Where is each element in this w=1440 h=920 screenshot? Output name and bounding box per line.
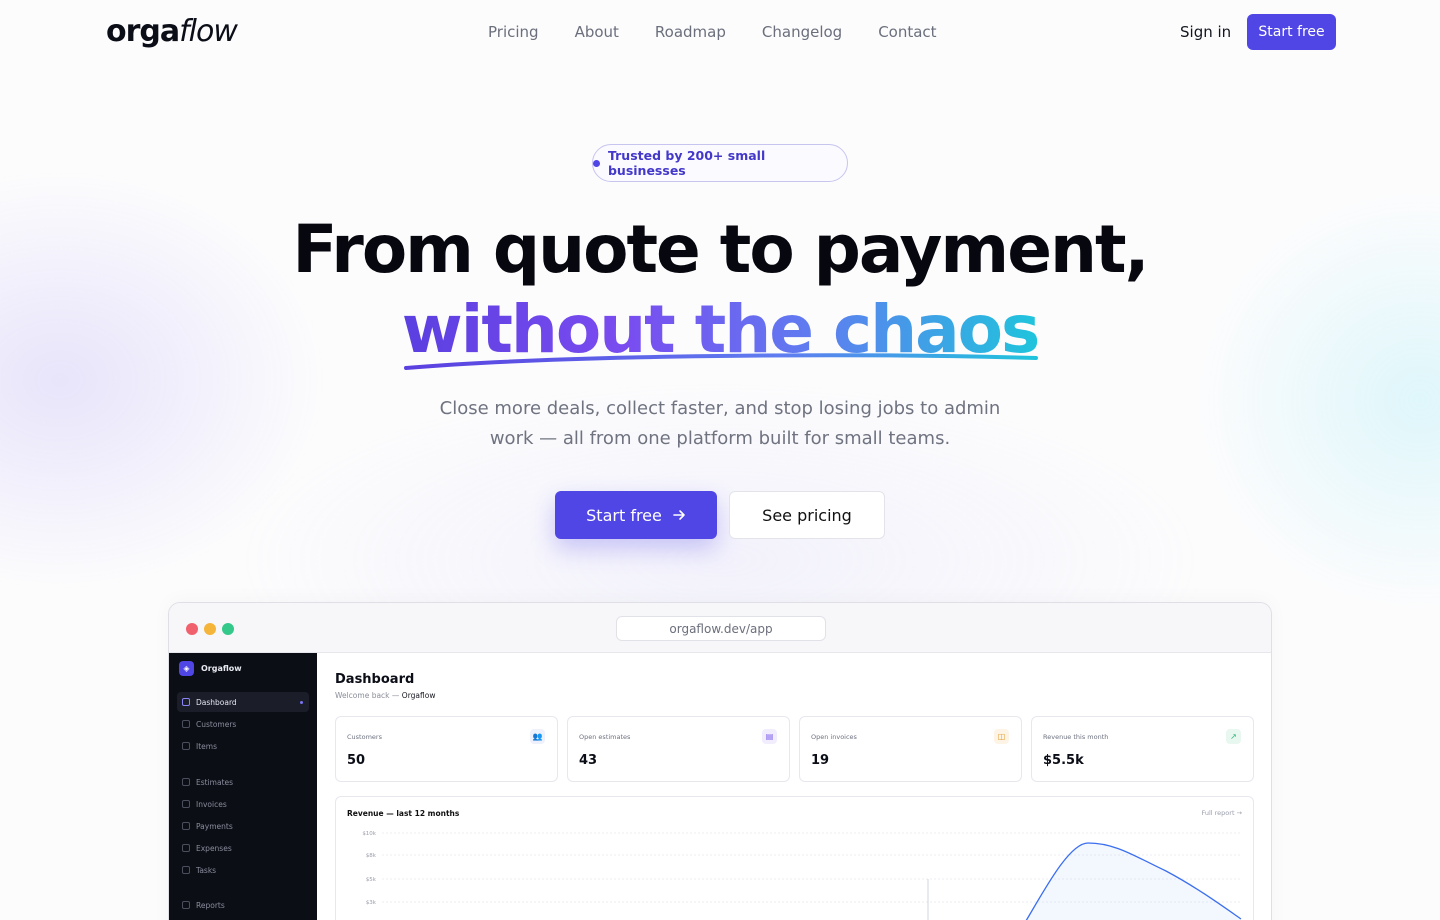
sidebar-item-reports[interactable]: Reports <box>177 895 309 915</box>
users-icon: 👥 <box>530 729 545 744</box>
minimize-dot-icon <box>204 623 216 635</box>
sidebar-brand-name: Orgaflow <box>201 664 242 673</box>
y-tick-label: $3k <box>366 900 377 906</box>
document-icon <box>182 778 190 786</box>
invoice-icon <box>182 800 190 808</box>
headline-underline-swash <box>404 353 1038 370</box>
grid-icon <box>182 698 190 706</box>
sidebar-item-label: Invoices <box>196 799 227 809</box>
badge-text: Trusted by 200+ small businesses <box>607 148 766 178</box>
stat-card-open-invoices[interactable]: Open invoices 19 ◫ <box>799 716 1022 782</box>
sidebar-brand[interactable]: ◈ Orgaflow <box>179 661 242 676</box>
logo[interactable]: orgaflow <box>106 14 238 50</box>
top-nav: orgaflow Pricing About Roadmap Changelog… <box>0 0 1440 64</box>
stat-label: Open invoices <box>811 733 857 741</box>
card-icon <box>182 822 190 830</box>
sidebar-item-payments[interactable]: Payments <box>177 816 309 836</box>
dashboard-title: Dashboard <box>335 672 415 687</box>
sidebar-item-label: Expenses <box>196 843 232 853</box>
invoice-icon: ◫ <box>994 729 1009 744</box>
stat-label: Open estimates <box>579 733 631 741</box>
active-dot-icon <box>300 700 303 704</box>
nav-link-changelog[interactable]: Changelog <box>744 22 860 42</box>
sidebar-item-invoices[interactable]: Invoices <box>177 794 309 814</box>
orgaflow-logo-icon: ◈ <box>179 661 194 676</box>
sidebar-item-tasks[interactable]: Tasks <box>177 860 309 880</box>
stat-label: Revenue this month <box>1043 733 1109 741</box>
sidebar-item-label: Tasks <box>196 865 217 875</box>
arrow-right-icon <box>673 510 685 520</box>
logo-bold: orga <box>106 14 180 49</box>
dashboard-main: Dashboard Welcome back — Orgaflow Custom… <box>317 653 1271 920</box>
y-tick-label: $5k <box>366 877 377 883</box>
org-name: Orgaflow <box>401 691 436 700</box>
welcome-text: Welcome back — <box>335 691 400 700</box>
wallet-icon <box>182 844 190 852</box>
stat-value: 43 <box>579 753 598 768</box>
document-icon: ▤ <box>762 729 777 744</box>
sidebar-item-items[interactable]: Items <box>177 736 309 756</box>
nav-start-free-button[interactable]: Start free <box>1247 14 1336 50</box>
nav-link-roadmap[interactable]: Roadmap <box>637 22 744 42</box>
sidebar-item-label: Reports <box>196 900 225 910</box>
bar-chart-icon <box>182 901 190 909</box>
see-pricing-button[interactable]: See pricing <box>729 491 885 539</box>
revenue-chart: $10k $8k $5k $3k <box>362 831 1242 920</box>
sidebar-item-label: Customers <box>196 719 237 729</box>
users-icon <box>182 720 190 728</box>
hero-subtitle: Close more deals, collect faster, and st… <box>439 398 1001 449</box>
checklist-icon <box>182 866 190 874</box>
y-tick-label: $10k <box>362 831 376 837</box>
dashboard-welcome: Welcome back — Orgaflow <box>335 691 435 700</box>
sidebar-item-label: Items <box>196 741 217 751</box>
nav-link-contact[interactable]: Contact <box>860 22 954 42</box>
stat-card-revenue-month[interactable]: Revenue this month $5.5k ↗ <box>1031 716 1254 782</box>
start-free-label: Start free <box>586 505 662 525</box>
start-free-button[interactable]: Start free <box>555 491 717 539</box>
stat-label: Customers <box>347 733 382 741</box>
sidebar-item-expenses[interactable]: Expenses <box>177 838 309 858</box>
y-tick-label: $8k <box>366 853 377 859</box>
trust-badge: Trusted by 200+ small businesses <box>592 144 848 182</box>
sidebar-item-label: Payments <box>196 821 233 831</box>
url-bar[interactable]: orgaflow.dev/app <box>616 616 826 641</box>
window-titlebar: orgaflow.dev/app <box>169 603 1271 653</box>
sidebar-item-customers[interactable]: Customers <box>177 714 309 734</box>
sidebar-item-dashboard[interactable]: Dashboard <box>177 692 309 712</box>
sidebar-item-label: Estimates <box>196 777 234 787</box>
sign-in-link[interactable]: Sign in <box>1168 22 1243 42</box>
badge-dot-icon <box>593 159 600 167</box>
box-icon <box>182 742 190 750</box>
app-sidebar: ◈ Orgaflow Dashboard Customers Items Est… <box>169 653 317 920</box>
stat-value: 50 <box>347 753 366 768</box>
headline-line-1: From quote to payment, <box>292 211 1149 288</box>
stat-value: 19 <box>811 753 830 768</box>
nav-links: Pricing About Roadmap Changelog Contact <box>470 22 955 42</box>
app-preview-window: orgaflow.dev/app ◈ Orgaflow Dashboard Cu… <box>168 602 1272 920</box>
stat-value: $5.5k <box>1043 753 1084 768</box>
logo-italic: flow <box>179 14 238 49</box>
nav-link-pricing[interactable]: Pricing <box>470 22 557 42</box>
revenue-chart-card: Revenue — last 12 months Full report → $… <box>335 796 1254 920</box>
stat-card-customers[interactable]: Customers 50 👥 <box>335 716 558 782</box>
sidebar-item-estimates[interactable]: Estimates <box>177 772 309 792</box>
close-dot-icon <box>186 623 198 635</box>
stat-card-open-estimates[interactable]: Open estimates 43 ▤ <box>567 716 790 782</box>
trend-up-icon: ↗ <box>1226 729 1241 744</box>
maximize-dot-icon <box>222 623 234 635</box>
sidebar-item-label: Dashboard <box>196 697 237 707</box>
nav-link-about[interactable]: About <box>557 22 637 42</box>
